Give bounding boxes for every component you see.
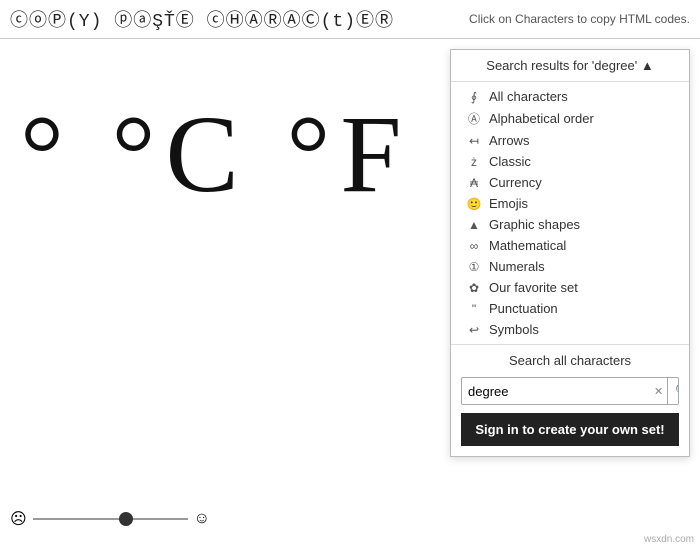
category-icon: ① <box>465 260 483 274</box>
category-label: Symbols <box>489 322 539 337</box>
category-label: Emojis <box>489 196 528 211</box>
category-icon: " <box>465 302 483 316</box>
category-label: Our favorite set <box>489 280 578 295</box>
category-label: Numerals <box>489 259 545 274</box>
list-item[interactable]: Ⓐ Alphabetical order <box>451 107 689 130</box>
sign-in-button[interactable]: Sign in to create your own set! <box>461 413 679 446</box>
slider-max-icon: ☺ <box>194 510 210 528</box>
category-label: Alphabetical order <box>489 111 594 126</box>
category-label: Currency <box>489 175 542 190</box>
category-list: ∮ All characters Ⓐ Alphabetical order ↤ Arrow… <box>451 82 689 344</box>
category-label: Mathematical <box>489 238 566 253</box>
category-label: Classic <box>489 154 531 169</box>
category-icon: ∮ <box>465 90 483 104</box>
category-icon: 🙂 <box>465 197 483 211</box>
list-item[interactable]: ∞ Mathematical <box>451 235 689 256</box>
font-size-slider[interactable]: ☹ ☺ <box>10 509 210 529</box>
category-icon: Ⓐ <box>465 110 483 127</box>
slider-min-icon: ☹ <box>10 509 27 529</box>
list-item[interactable]: ż Classic <box>451 151 689 172</box>
category-icon: ✿ <box>465 281 483 295</box>
list-item[interactable]: ↩ Symbols <box>451 319 689 340</box>
search-clear-button[interactable]: ✕ <box>650 385 667 398</box>
search-submit-icon[interactable]: 🔍 <box>667 378 679 404</box>
category-label: Punctuation <box>489 301 558 316</box>
list-item[interactable]: ∮ All characters <box>451 86 689 107</box>
category-icon: ₳ <box>465 176 483 190</box>
list-item[interactable]: ↤ Arrows <box>451 130 689 151</box>
category-icon: ż <box>465 155 483 169</box>
header-hint: Click on Characters to copy HTML codes. <box>469 12 690 26</box>
search-box[interactable]: ✕ 🔍 <box>461 377 679 405</box>
category-label: Arrows <box>489 133 529 148</box>
watermark: wsxdn.com <box>644 534 694 545</box>
category-icon: ↩ <box>465 323 483 337</box>
list-item[interactable]: ✿ Our favorite set <box>451 277 689 298</box>
site-logo: ⓒⓞⓅ(Y) ⓟⓐŞŤⒺ ⓒⒽⒶⓇⒶⒸ(t)ⒺⓇ <box>10 6 394 32</box>
list-item[interactable]: 🙂 Emojis <box>451 193 689 214</box>
category-icon: ∞ <box>465 239 483 253</box>
search-all-label: Search all characters <box>451 344 689 373</box>
list-item[interactable]: ▲ Graphic shapes <box>451 214 689 235</box>
main-content: ° °C °F ☹ ☺ Search results for 'degree' … <box>0 39 700 549</box>
category-icon: ↤ <box>465 134 483 148</box>
header: ⓒⓞⓅ(Y) ⓟⓐŞŤⒺ ⓒⒽⒶⓇⒶⒸ(t)ⒺⓇ Click on Charac… <box>0 0 700 39</box>
category-label: Graphic shapes <box>489 217 580 232</box>
list-item[interactable]: ① Numerals <box>451 256 689 277</box>
list-item[interactable]: " Punctuation <box>451 298 689 319</box>
search-dropdown: Search results for 'degree' ▲ ∮ All chara… <box>450 49 690 457</box>
slider-thumb[interactable] <box>119 512 133 526</box>
slider-track[interactable] <box>33 518 188 520</box>
dropdown-header[interactable]: Search results for 'degree' ▲ <box>451 50 689 82</box>
category-icon: ▲ <box>465 218 483 232</box>
big-chars-display: ° °C °F <box>20 99 412 209</box>
list-item[interactable]: ₳ Currency <box>451 172 689 193</box>
search-input[interactable] <box>462 379 650 404</box>
category-label: All characters <box>489 89 568 104</box>
